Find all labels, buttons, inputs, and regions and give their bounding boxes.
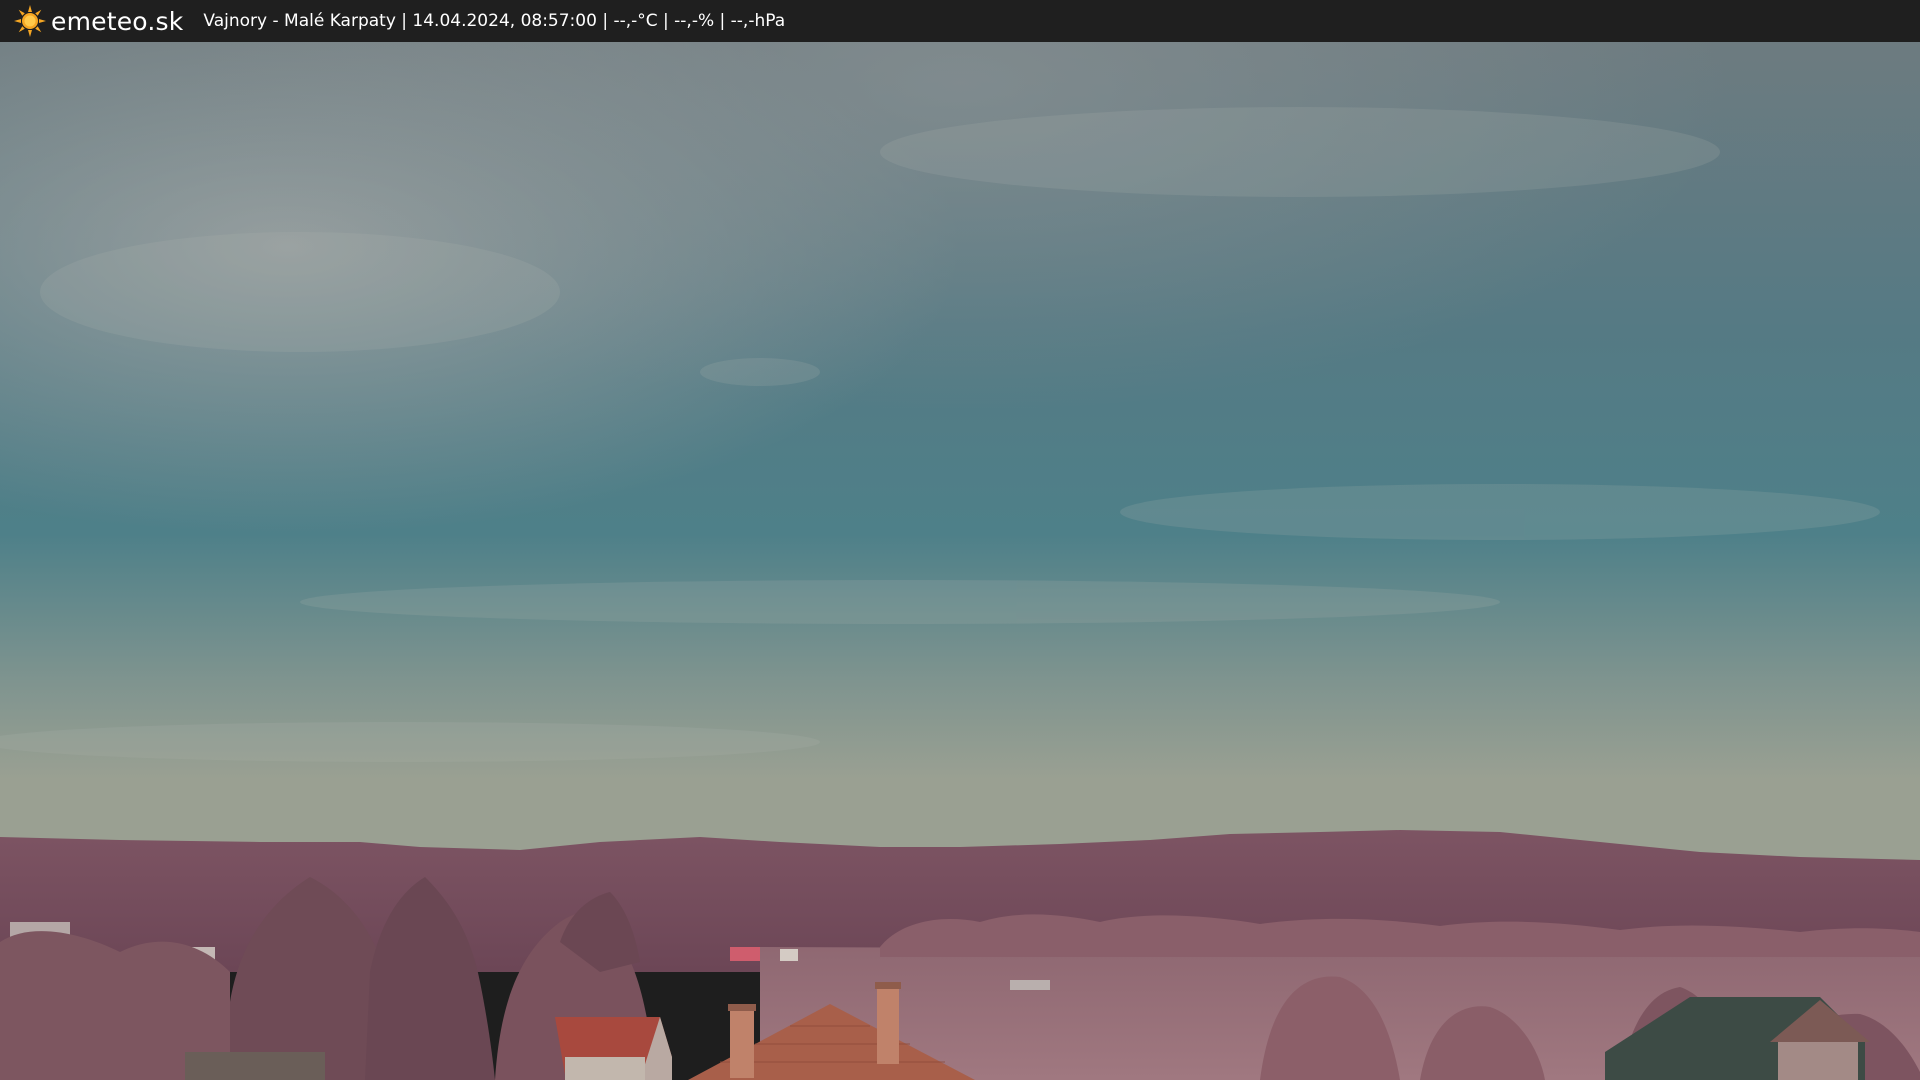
webcam-caption: Vajnory - Malé Karpaty | 14.04.2024, 08:…: [203, 11, 786, 31]
sun-icon: [14, 5, 46, 37]
chimney-left: [730, 1008, 754, 1078]
brand-name: emeteo.sk: [51, 6, 184, 36]
webcam-image: [0, 42, 1920, 1080]
webcam-frame: emeteo.sk Vajnory - Malé Karpaty | 14.04…: [0, 0, 1920, 1080]
header-bar: emeteo.sk Vajnory - Malé Karpaty | 14.04…: [0, 0, 1920, 42]
chimney-right: [877, 986, 899, 1064]
emeteo-logo[interactable]: emeteo.sk: [14, 5, 183, 37]
